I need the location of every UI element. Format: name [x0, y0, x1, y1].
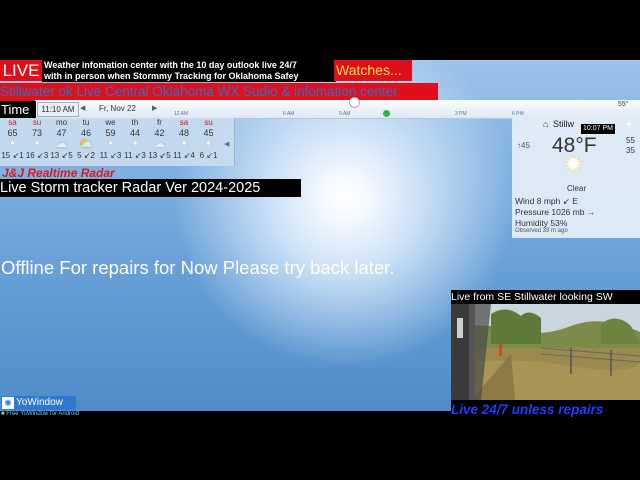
- location-name[interactable]: Stillw: [553, 119, 574, 129]
- sun-position-icon: [349, 97, 360, 108]
- forecast-day-name: tu: [82, 118, 90, 127]
- yowindow-label: YoWindow: [16, 397, 63, 408]
- high-temp: 55: [626, 136, 635, 145]
- live-badge: LIVE: [0, 60, 42, 81]
- hour-tick: 3 PM: [455, 111, 467, 117]
- forecast-expand-arrow-icon[interactable]: ◀: [224, 140, 229, 148]
- wind-arrow-icon: ↙: [36, 151, 44, 160]
- forecast-wind: 13: [50, 151, 60, 160]
- forecast-day-name: th: [131, 118, 139, 127]
- current-time-marker[interactable]: [383, 110, 390, 117]
- local-time: 10:07 PM: [581, 124, 615, 134]
- wind-arrow-icon: ↙: [110, 151, 117, 160]
- condition-text: Clear: [567, 184, 587, 193]
- pressure-readout: Pressure 1026 mb →: [515, 207, 596, 217]
- storm-tracker-label: Live Storm tracker Radar Ver 2024-2025: [0, 179, 301, 197]
- forecast-day-name: su: [32, 118, 42, 127]
- hour-tick: 9 AM: [339, 111, 351, 117]
- android-icon: ■: [1, 411, 5, 417]
- home-icon[interactable]: ⌂: [543, 119, 548, 129]
- temp-marker: 55°: [618, 101, 629, 108]
- forecast-day[interactable]: su 45 ☀ 6 ↙1: [196, 118, 221, 161]
- watches-label: Watches...: [334, 60, 412, 81]
- forecast-low: 3: [141, 151, 146, 160]
- forecast-wind: 15: [1, 151, 11, 160]
- forecast-wind: 11: [124, 151, 133, 160]
- sun-icon: ☀: [203, 138, 214, 150]
- forecast-low: 5: [166, 151, 171, 160]
- humidity-readout: Humidity 53%: [515, 218, 568, 228]
- forecast-day-name: sa: [8, 118, 17, 127]
- forecast-low: 5: [68, 151, 73, 160]
- forecast-low: 2: [90, 151, 95, 160]
- low-marker-value: 45: [521, 141, 530, 150]
- current-conditions-panel: ⌂ Stillw 10:07 PM ↑45 48°F 55 35 ✹ Clear …: [512, 118, 640, 238]
- add-location-icon[interactable]: +: [626, 119, 632, 131]
- sun-icon: ☀: [32, 138, 42, 150]
- clock-display[interactable]: 11:10 AM: [37, 102, 79, 117]
- camera-heading: Live from SE Stillwater looking SW: [451, 291, 613, 303]
- hour-tick: 12 AM: [174, 111, 189, 117]
- info-text: Weather infomation center with the 10 da…: [42, 60, 336, 82]
- info-line-2: with in person when Stormmy Tracking for…: [44, 71, 299, 81]
- free-yowindow-link[interactable]: ■ Free YoWindow for Android: [1, 411, 79, 417]
- forecast-day[interactable]: we 59 ☀ 11 ↙3: [98, 118, 123, 161]
- sun-icon: ☀: [7, 138, 18, 150]
- forecast-wind: 11: [99, 151, 108, 160]
- forecast-low: 4: [190, 151, 195, 160]
- low-marker: ↑45: [517, 141, 530, 150]
- sun-icon: ☀: [130, 138, 140, 150]
- wind-readout: Wind 8 mph ↙ E: [515, 196, 578, 206]
- cloud-icon: ☁: [154, 138, 165, 150]
- yowindow-logo-icon: ✺: [2, 397, 14, 409]
- hour-tick: 6 PM: [512, 111, 524, 117]
- sun-icon: ☀: [179, 138, 189, 150]
- moon-icon: ☾: [575, 99, 584, 109]
- forecast-day-name: sa: [179, 118, 189, 127]
- date-display: Fr, Nov 22: [99, 104, 136, 113]
- forecast-day[interactable]: th 44 ☀ 11 ↙3: [123, 118, 148, 161]
- forecast-low: 3: [116, 151, 122, 160]
- camera-feed-image: [451, 304, 640, 400]
- forecast-day-name: fr: [157, 118, 162, 127]
- forecast-wind: 6: [199, 151, 205, 160]
- cloud-icon: ☁: [56, 138, 67, 150]
- low-temp: 35: [626, 146, 635, 155]
- observed-time: Observed 39 m ago: [515, 228, 568, 234]
- prev-day-arrow-icon[interactable]: ◀: [80, 104, 85, 112]
- forecast-wind: 5: [77, 151, 82, 160]
- radar-title: J&J Realtime Radar: [2, 166, 115, 180]
- forecast-day-name: su: [204, 118, 213, 127]
- partly-cloudy-icon: ⛅: [79, 138, 93, 150]
- forecast-low: 1: [19, 151, 24, 160]
- offline-message: Offline For repairs for Now Please try b…: [1, 257, 395, 278]
- forecast-day[interactable]: fr 42 ☁ 13 ↙5: [147, 118, 172, 161]
- hour-tick: 6 AM: [283, 111, 295, 117]
- forecast-low: 1: [212, 151, 218, 160]
- forecast-day[interactable]: mo 47 ☁ 13 ↙5: [49, 118, 74, 161]
- yowindow-button[interactable]: ✺ YoWindow: [1, 396, 76, 410]
- forecast-wind: 13: [148, 151, 158, 160]
- camera-footer: Live 24/7 unless repairs: [451, 402, 604, 417]
- forecast-strip: sa 65 ☀ 15 ↙1 su 73 ☀ 16 ↙3 mo 47 ☁ 13 ↙5 tu 46 ⛅ 5 ↙2 w…: [0, 118, 235, 166]
- forecast-low: 3: [43, 151, 49, 160]
- forecast-day[interactable]: su 73 ☀ 16 ↙3: [25, 118, 50, 161]
- forecast-day-name: mo: [55, 118, 68, 127]
- studio-banner: Stillwater ok Live Central Oklahoma WX S…: [0, 83, 438, 101]
- forecast-day[interactable]: sa 48 ☀ 11 ↙4: [172, 118, 197, 161]
- info-line-1: Weather infomation center with the 10 da…: [44, 60, 297, 70]
- clear-sun-icon: ✹: [565, 154, 582, 176]
- forecast-wind: 11: [173, 151, 182, 160]
- forecast-wind: 16: [25, 151, 35, 160]
- wind-arrow-icon: ↙: [206, 151, 213, 160]
- free-yowindow-text: Free YoWindow for Android: [6, 411, 80, 417]
- forecast-day[interactable]: tu 46 ⛅ 5 ↙2: [74, 118, 99, 161]
- time-label: Time: [0, 101, 36, 118]
- sun-icon: ☀: [105, 138, 116, 150]
- forecast-day[interactable]: sa 65 ☀ 15 ↙1: [0, 118, 25, 161]
- high-low: 55 35: [626, 136, 635, 156]
- next-day-arrow-icon[interactable]: ▶: [152, 104, 157, 112]
- forecast-day-name: we: [105, 118, 116, 127]
